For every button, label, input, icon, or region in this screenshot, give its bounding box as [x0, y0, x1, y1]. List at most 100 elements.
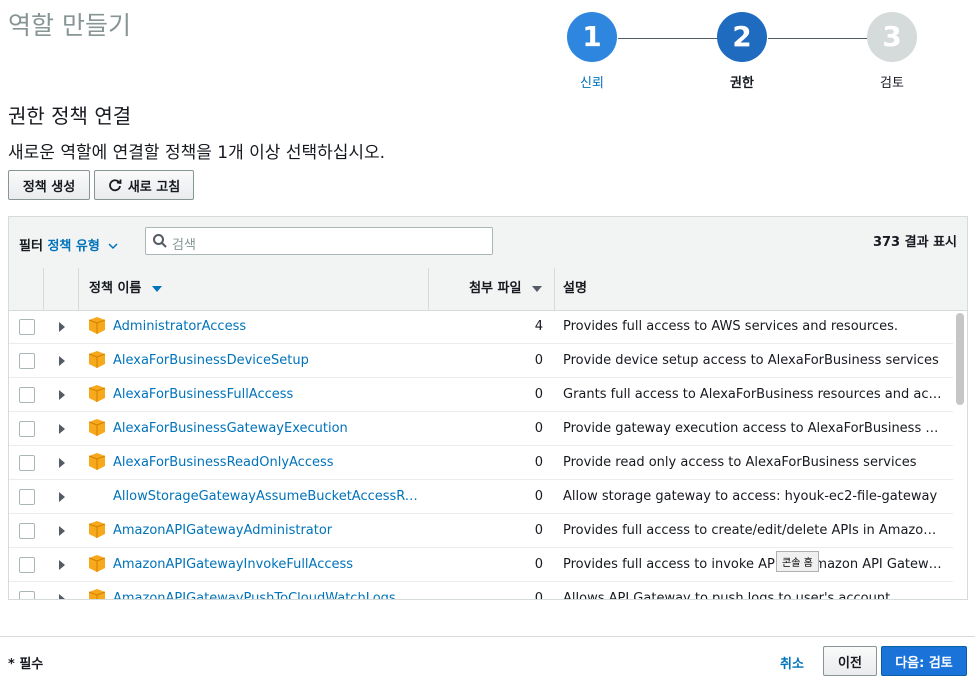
filter-text: 필터 — [19, 239, 43, 254]
package-icon — [89, 453, 105, 470]
column-header-description[interactable]: 설명 — [555, 268, 967, 310]
table-row[interactable]: AmazonAPIGatewayPushToCloudWatchLogs 0 A… — [9, 582, 953, 600]
policy-name-link[interactable]: AllowStorageGatewayAssumeBucketAccessRol… — [113, 489, 423, 504]
package-icon — [89, 385, 105, 402]
column-header-attachments[interactable]: 첨부 파일 — [429, 268, 555, 310]
expand-row-icon[interactable] — [59, 594, 65, 599]
step-label: 검토 — [880, 76, 904, 91]
create-policy-button[interactable]: 정책 생성 — [8, 170, 90, 200]
step-connector — [618, 38, 718, 39]
row-checkbox[interactable] — [19, 353, 35, 369]
search-input[interactable]: 검색 — [145, 227, 493, 255]
expand-row-icon[interactable] — [59, 322, 65, 332]
page-title: 역할 만들기 — [8, 11, 131, 40]
attachment-count: 0 — [534, 591, 543, 600]
expand-row-icon[interactable] — [59, 492, 65, 502]
search-placeholder: 검색 — [172, 238, 196, 253]
tooltip: 콘솔 홈 — [776, 551, 819, 572]
policy-description: Provides full access to invoke APIs in A… — [563, 557, 943, 572]
table-row[interactable]: AdministratorAccess 4 Provides full acce… — [9, 310, 953, 344]
attachment-count: 0 — [534, 421, 543, 436]
expand-row-icon[interactable] — [59, 424, 65, 434]
row-checkbox[interactable] — [19, 455, 35, 471]
attachment-count: 0 — [534, 455, 543, 470]
previous-button[interactable]: 이전 — [823, 646, 877, 676]
package-icon — [89, 555, 105, 572]
table-row[interactable]: AllowStorageGatewayAssumeBucketAccessRol… — [9, 480, 953, 514]
policy-name-link[interactable]: AlexaForBusinessGatewayExecution — [113, 421, 423, 436]
attachment-count: 0 — [534, 353, 543, 368]
attachment-count: 0 — [534, 489, 543, 504]
refresh-icon — [109, 179, 122, 192]
table-row[interactable]: AlexaForBusinessReadOnlyAccess 0 Provide… — [9, 446, 953, 480]
step-number: 1 — [567, 12, 617, 62]
step-label: 권한 — [730, 76, 754, 91]
column-label: 정책 이름 — [89, 281, 142, 296]
expand-row-icon[interactable] — [59, 560, 65, 570]
policy-name-link[interactable]: AmazonAPIGatewayInvokeFullAccess — [113, 557, 423, 572]
table-row[interactable]: AlexaForBusinessFullAccess 0 Grants full… — [9, 378, 953, 412]
policy-description: Provide gateway execution access to Alex… — [563, 421, 943, 436]
row-checkbox[interactable] — [19, 319, 35, 335]
row-checkbox[interactable] — [19, 421, 35, 437]
step-number: 3 — [867, 12, 917, 62]
sort-icon — [532, 286, 542, 292]
step-label: 신뢰 — [580, 76, 604, 91]
expand-row-icon[interactable] — [59, 458, 65, 468]
filter-label: 필터 정책 유형 — [19, 235, 118, 254]
policy-description: Provide device setup access to AlexaForB… — [563, 353, 939, 368]
expand-row-icon[interactable] — [59, 526, 65, 536]
result-count: 373 결과 표시 — [872, 235, 957, 250]
column-header-name[interactable]: 정책 이름 — [79, 268, 429, 310]
table-row[interactable]: AlexaForBusinessGatewayExecution 0 Provi… — [9, 412, 953, 446]
step-number: 2 — [717, 12, 767, 62]
table-row[interactable]: AmazonAPIGatewayAdministrator 0 Provides… — [9, 514, 953, 548]
expand-row-icon[interactable] — [59, 356, 65, 366]
policy-description: Provide read only access to AlexaForBusi… — [563, 455, 917, 470]
next-review-button[interactable]: 다음: 검토 — [881, 646, 967, 676]
policy-name-link[interactable]: AmazonAPIGatewayAdministrator — [113, 523, 423, 538]
row-checkbox[interactable] — [19, 557, 35, 573]
row-checkbox[interactable] — [19, 591, 35, 599]
search-icon — [153, 234, 167, 248]
step-permissions: 2 권한 — [716, 12, 768, 91]
policy-name-link[interactable]: AlexaForBusinessReadOnlyAccess — [113, 455, 423, 470]
refresh-label: 새로 고침 — [127, 179, 181, 195]
policy-description: Allow storage gateway to access: hyouk-e… — [563, 489, 938, 504]
row-checkbox[interactable] — [19, 387, 35, 403]
policy-name-link[interactable]: AdministratorAccess — [113, 319, 423, 334]
filter-bar: 필터 정책 유형 검색 373 결과 표시 — [9, 217, 967, 269]
attachment-count: 0 — [534, 523, 543, 538]
policy-name-link[interactable]: AlexaForBusinessFullAccess — [113, 387, 423, 402]
chevron-down-icon[interactable] — [108, 242, 118, 250]
policy-name-link[interactable]: AlexaForBusinessDeviceSetup — [113, 353, 423, 368]
table-row[interactable]: AlexaForBusinessDeviceSetup 0 Provide de… — [9, 344, 953, 378]
expand-column-header — [44, 268, 79, 310]
attachment-count: 4 — [534, 319, 543, 334]
package-icon — [89, 351, 105, 368]
row-checkbox[interactable] — [19, 523, 35, 539]
select-column-header — [9, 268, 44, 310]
table-scrollbar[interactable] — [956, 313, 964, 405]
refresh-button[interactable]: 새로 고침 — [94, 170, 194, 200]
policy-table-panel: 필터 정책 유형 검색 373 결과 표시 정책 이름 첨부 파일 설명 Adm… — [8, 216, 968, 600]
footer-divider — [0, 636, 975, 637]
attachment-count: 0 — [534, 387, 543, 402]
policy-description: Allows API Gateway to push logs to user'… — [563, 591, 895, 600]
wizard-steps: 1 신뢰 2 권한 3 검토 — [560, 12, 960, 92]
policy-type-filter[interactable]: 정책 유형 — [47, 239, 99, 254]
attachment-count: 0 — [534, 557, 543, 572]
row-checkbox[interactable] — [19, 489, 35, 505]
table-header: 정책 이름 첨부 파일 설명 — [9, 268, 967, 311]
column-label: 설명 — [563, 281, 587, 296]
policy-name-link[interactable]: AmazonAPIGatewayPushToCloudWatchLogs — [113, 591, 423, 599]
package-icon — [89, 521, 105, 538]
cancel-link[interactable]: 취소 — [780, 653, 804, 672]
package-icon — [89, 419, 105, 436]
section-description: 새로운 역할에 연결할 정책을 1개 이상 선택하십시오. — [8, 143, 386, 163]
step-trust[interactable]: 1 신뢰 — [566, 12, 618, 91]
expand-row-icon[interactable] — [59, 390, 65, 400]
policy-description: Grants full access to AlexaForBusiness r… — [563, 387, 943, 402]
sort-desc-icon — [151, 286, 162, 292]
policy-description: Provides full access to AWS services and… — [563, 319, 898, 334]
